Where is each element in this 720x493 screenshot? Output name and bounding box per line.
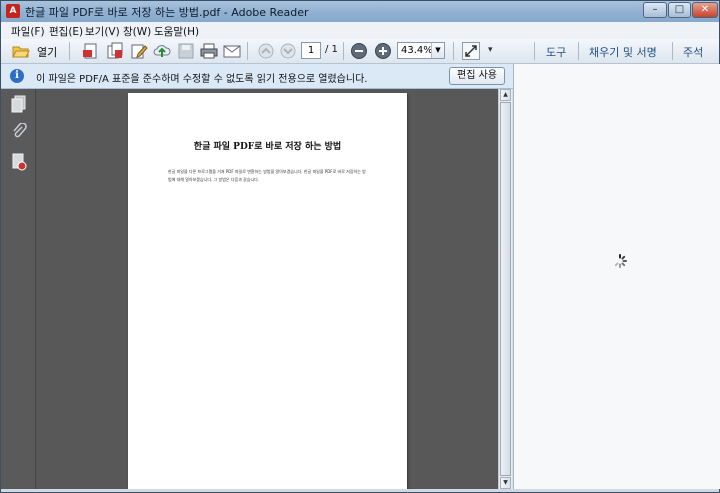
scroll-thumb[interactable] — [500, 102, 511, 476]
window-bottom-border — [1, 489, 719, 492]
vertical-scrollbar[interactable]: ▲ ▼ — [498, 89, 512, 489]
zoom-out-icon[interactable] — [350, 42, 368, 60]
tab-fill-sign[interactable]: 채우기 및 서명 — [589, 44, 657, 60]
print-icon[interactable] — [200, 42, 218, 60]
enable-editing-button[interactable]: 편집 사용 — [449, 67, 505, 85]
reader-window: A 한글 파일 PDF로 바로 저장 하는 방법.pdf - Adobe Rea… — [0, 0, 720, 493]
save-icon[interactable] — [177, 42, 195, 60]
window-title: 한글 파일 PDF로 바로 저장 하는 방법.pdf - Adobe Reade… — [25, 6, 309, 19]
zoom-select[interactable]: 43.4% ▼ — [397, 42, 445, 59]
toolbar: 열기 1 / 1 43.4% ▼ ▾ 도구 채우기 및 서명 주석 — [1, 39, 719, 64]
edit-document-icon[interactable] — [130, 42, 148, 60]
info-message: 이 파일은 PDF/A 표준을 준수하며 수정할 수 없도록 읽기 전용으로 열… — [36, 74, 368, 85]
navigation-pane — [1, 89, 36, 489]
document-title: 한글 파일 PDF로 바로 저장 하는 방법 — [193, 142, 342, 152]
fit-page-icon[interactable] — [462, 42, 480, 60]
pdf-page: 한글 파일 PDF로 바로 저장 하는 방법 한글 파일을 다른 프로그램을 거… — [128, 93, 407, 489]
maximize-button[interactable]: □ — [668, 2, 691, 18]
scroll-down-button[interactable]: ▼ — [500, 477, 511, 489]
pages-icon[interactable] — [11, 95, 27, 113]
create-pdf-icon[interactable] — [82, 42, 100, 60]
menu-file[interactable]: 파일(F) — [11, 24, 45, 39]
cloud-upload-icon[interactable] — [153, 42, 171, 60]
page-number-input[interactable]: 1 — [301, 42, 321, 59]
close-button[interactable]: ✕ — [692, 2, 718, 18]
document-body: 한글 파일을 다른 프로그램을 거쳐 PDF 파일로 변환하는 방법을 알아보겠… — [168, 169, 366, 182]
menu-view[interactable]: 보기(V) — [85, 24, 120, 39]
open-label[interactable]: 열기 — [37, 44, 57, 60]
title-bar[interactable]: A 한글 파일 PDF로 바로 저장 하는 방법.pdf - Adobe Rea… — [1, 1, 719, 23]
folder-open-icon[interactable] — [12, 42, 30, 60]
email-icon[interactable] — [223, 42, 241, 60]
previous-page-icon[interactable] — [257, 42, 275, 60]
menu-bar: 파일(F) 편집(E) 보기(V) 창(W) 도움말(H) — [1, 22, 719, 40]
page-total: / 1 — [325, 44, 338, 55]
combine-pdf-icon[interactable] — [106, 42, 124, 60]
info-icon: i — [10, 69, 24, 83]
menu-edit[interactable]: 편집(E) — [49, 24, 83, 39]
signature-icon[interactable] — [11, 153, 27, 171]
zoom-in-icon[interactable] — [374, 42, 392, 60]
loading-spinner-icon — [613, 254, 627, 268]
adobe-reader-icon: A — [6, 4, 20, 18]
next-page-icon[interactable] — [279, 42, 297, 60]
menu-window[interactable]: 창(W) — [123, 24, 151, 39]
tab-comment[interactable]: 주석 — [683, 44, 703, 60]
menu-help[interactable]: 도움말(H) — [154, 24, 199, 39]
toolbar-overflow-icon[interactable]: ▾ — [488, 45, 493, 55]
document-view[interactable]: 한글 파일 PDF로 바로 저장 하는 방법 한글 파일을 다른 프로그램을 거… — [36, 89, 498, 489]
document-message-bar: i 이 파일은 PDF/A 표준을 준수하며 수정할 수 없도록 읽기 전용으로… — [1, 64, 513, 89]
minimize-button[interactable]: – — [643, 2, 667, 18]
scroll-up-button[interactable]: ▲ — [500, 89, 511, 101]
tools-pane — [513, 64, 720, 489]
zoom-value: 43.4% — [401, 45, 433, 56]
paperclip-icon[interactable] — [11, 122, 27, 141]
zoom-dropdown-icon[interactable]: ▼ — [431, 43, 444, 58]
tab-tools[interactable]: 도구 — [546, 44, 566, 60]
